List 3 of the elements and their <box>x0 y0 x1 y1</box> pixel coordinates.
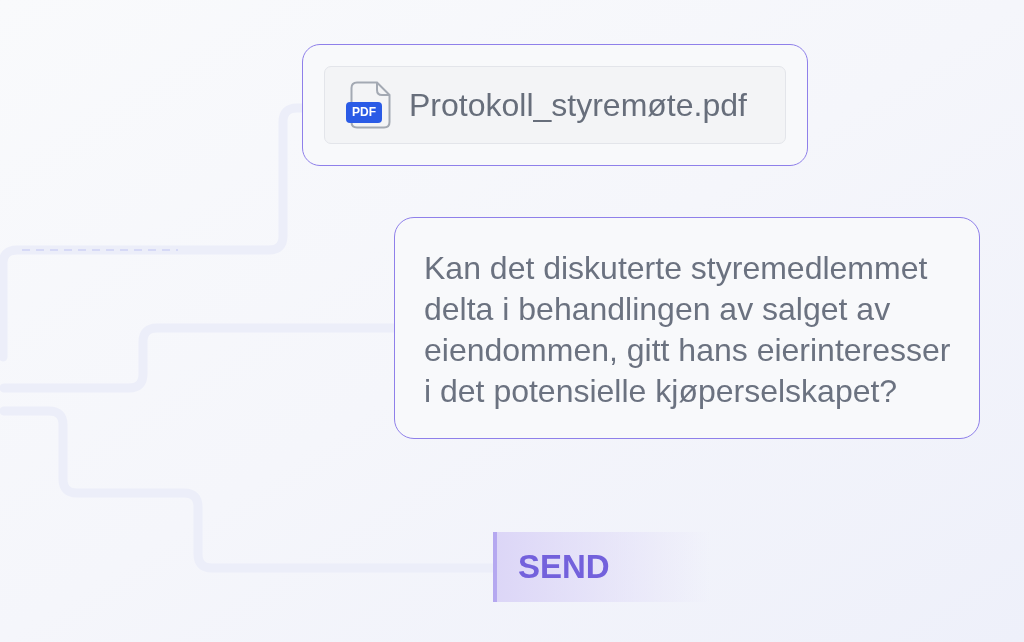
file-chip[interactable]: PDF Protokoll_styremøte.pdf <box>324 66 786 144</box>
file-name: Protokoll_styremøte.pdf <box>409 86 747 125</box>
message-text: Kan det diskuterte styremedlemmet delta i behandlingen av salget av eiendommen, gitt hans eierinteresser i det potensielle kjøperselskapet? <box>424 249 952 411</box>
